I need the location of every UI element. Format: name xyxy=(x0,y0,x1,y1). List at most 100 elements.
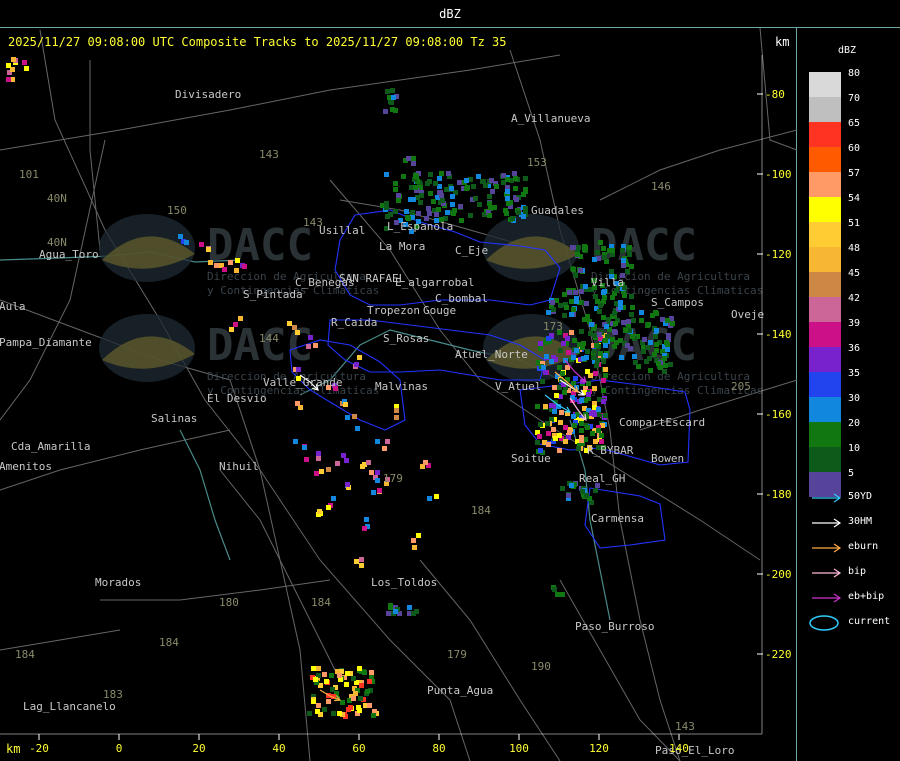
x-tick-label: 40 xyxy=(272,742,285,755)
y-tick-label: -160 xyxy=(765,408,792,421)
route-label: 153 xyxy=(527,156,547,169)
legend-value: 5 xyxy=(848,468,855,479)
route-label: 150 xyxy=(167,204,187,217)
track-legend-icons xyxy=(809,493,842,631)
svg-text:Direccion de Agricultura: Direccion de Agricultura xyxy=(591,370,750,383)
route-label: 144 xyxy=(259,332,279,345)
route-label: 184 xyxy=(15,648,35,661)
legend-value: 42 xyxy=(848,293,861,304)
current-ellipse-icon xyxy=(809,615,839,631)
route-label: 173 xyxy=(543,320,563,333)
svg-text:DACC: DACC xyxy=(207,320,313,371)
place-label: El Desvio xyxy=(207,392,267,405)
place-label: Villa xyxy=(591,276,624,289)
legend-title: dBZ xyxy=(838,45,857,56)
place-label: CompartEscard xyxy=(619,416,705,429)
place-label: Agua_Toro xyxy=(39,248,99,261)
route-label: 179 xyxy=(447,648,467,661)
legend-value: 35 xyxy=(848,368,861,379)
place-label: Los_Toldos xyxy=(371,576,437,589)
legend-swatch xyxy=(809,272,841,297)
legend-swatch xyxy=(809,97,841,122)
place-label: Guadales xyxy=(531,204,584,217)
y-tick-label: -140 xyxy=(765,328,792,341)
place-label: A_Villanueva xyxy=(511,112,590,125)
place-label: V_Atuel xyxy=(495,380,541,393)
km-unit-right: km xyxy=(775,35,790,49)
place-label: Morados xyxy=(95,576,141,589)
legend-value: 36 xyxy=(848,343,861,354)
track-legend-label: 30HM xyxy=(848,516,873,527)
km-unit-bottom: km xyxy=(6,742,21,756)
place-label: Divisadero xyxy=(175,88,241,101)
radar-map[interactable]: DACCDireccion de Agriculturay Contingenc… xyxy=(0,28,797,761)
x-tick-label: 100 xyxy=(509,742,529,755)
x-tick-label: 60 xyxy=(352,742,365,755)
track-legend-label: eb+bip xyxy=(848,591,885,602)
legend-value: 54 xyxy=(848,193,861,204)
legend-swatch xyxy=(809,122,841,147)
legend-swatch xyxy=(809,422,841,447)
x-tick-label: -20 xyxy=(29,742,49,755)
y-tick-label: -100 xyxy=(765,168,792,181)
x-tick-label: 20 xyxy=(192,742,205,755)
x-tick-label: 140 xyxy=(669,742,689,755)
legend-swatch xyxy=(809,372,841,397)
place-label: S_Rosas xyxy=(383,332,429,345)
legend-swatch xyxy=(809,447,841,472)
place-label: Oveje xyxy=(731,308,764,321)
place-label: S_Pintada xyxy=(243,288,303,301)
legend-value: 65 xyxy=(848,118,861,129)
route-label: 146 xyxy=(651,180,671,193)
legend-value: 48 xyxy=(848,243,861,254)
place-label: L_Espanola xyxy=(387,220,453,233)
y-tick-label: -220 xyxy=(765,648,792,661)
place-label: R_BYBAR xyxy=(587,444,634,457)
route-label: 143 xyxy=(675,720,695,733)
place-label: Soitue xyxy=(511,452,551,465)
track-legend-label: current xyxy=(848,616,891,627)
y-tick-label: -120 xyxy=(765,248,792,261)
place-label: R_Caida xyxy=(331,316,377,329)
track-legend-label: eburn xyxy=(848,541,879,552)
place-label: Bowen xyxy=(651,452,684,465)
place-label: Amenitos xyxy=(0,460,52,473)
place-label: Paso_El_Loro xyxy=(655,744,734,757)
legend-swatch xyxy=(809,297,841,322)
legend-swatch xyxy=(809,72,841,97)
route-label: 205 xyxy=(731,380,751,393)
x-tick-label: 80 xyxy=(432,742,445,755)
place-label: Real_GH xyxy=(579,472,625,485)
route-label: 184 xyxy=(471,504,491,517)
place-label: S_Campos xyxy=(651,296,704,309)
legend-swatch xyxy=(809,197,841,222)
legend-swatch xyxy=(809,397,841,422)
y-tick-label: -180 xyxy=(765,488,792,501)
route-label: 190 xyxy=(531,660,551,673)
x-tick-label: 120 xyxy=(589,742,609,755)
route-label: 101 xyxy=(19,168,39,181)
route-label: 143 xyxy=(259,148,279,161)
legend-value: 80 xyxy=(848,68,861,79)
track-legend-label: 50YD xyxy=(848,491,873,502)
place-label: Carmensa xyxy=(591,512,644,525)
legend-value: 20 xyxy=(848,418,861,429)
place-label: Lag_Llancanelo xyxy=(23,700,116,713)
storm-tracks xyxy=(299,359,587,702)
top-bar: dBZ xyxy=(0,0,900,28)
river-network xyxy=(0,251,611,621)
place-label: Valle_Grande xyxy=(263,376,342,389)
legend-value: 60 xyxy=(848,143,861,154)
legend-value: 51 xyxy=(848,218,861,229)
place-label: Paso_Burroso xyxy=(575,620,654,633)
route-label: 184 xyxy=(311,596,331,609)
place-label: Pampa_Diamante xyxy=(0,336,92,349)
y-tick-label: -200 xyxy=(765,568,792,581)
route-label: 40N xyxy=(47,192,67,205)
place-label: Atuel_Norte xyxy=(455,348,528,361)
legend-value: 45 xyxy=(848,268,861,279)
top-title: dBZ xyxy=(439,7,461,21)
route-label: 180 xyxy=(219,596,239,609)
route-label: 184 xyxy=(159,636,179,649)
x-tick-label: 0 xyxy=(116,742,123,755)
